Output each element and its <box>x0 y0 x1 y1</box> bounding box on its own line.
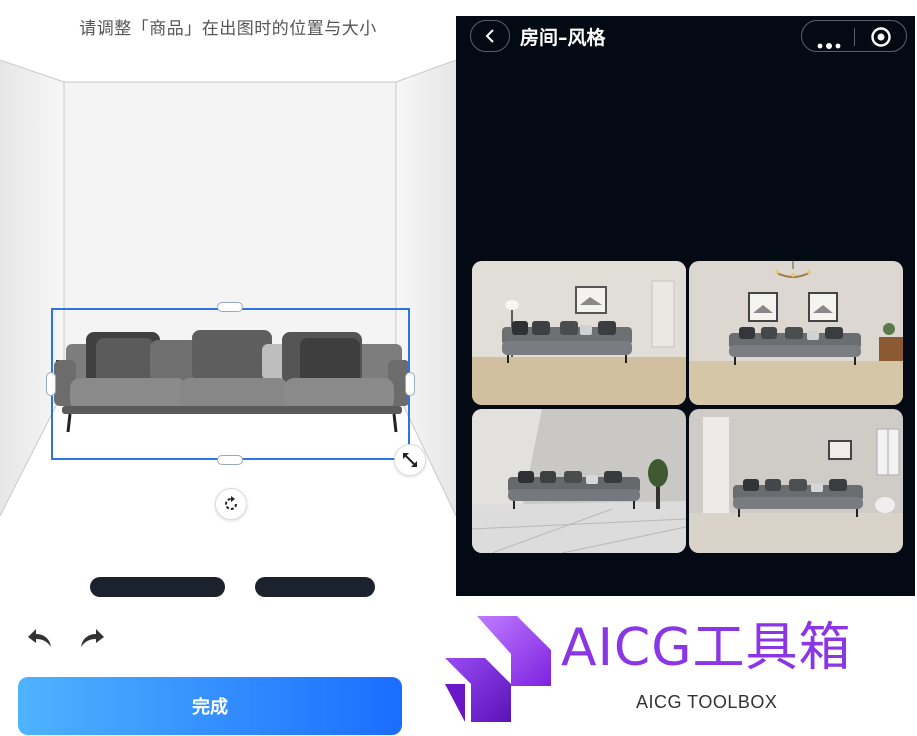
mobile-style-screen: 房间–风格 <box>456 16 915 596</box>
page-title: 房间–风格 <box>520 27 606 49</box>
logo-subtitle: AICG TOOLBOX <box>636 692 778 712</box>
result-image-2[interactable] <box>689 261 903 405</box>
chevron-left-icon <box>485 29 494 43</box>
resize-handle-bottom[interactable] <box>217 455 243 465</box>
logo-title: AICG工具箱 <box>561 618 852 678</box>
more-dots-icon[interactable] <box>816 34 842 49</box>
resize-handle-left[interactable] <box>46 372 56 396</box>
capsule-divider <box>854 28 855 46</box>
selection-frame[interactable] <box>51 308 410 460</box>
nav-bar: 房间–风格 <box>456 16 915 56</box>
scale-button[interactable] <box>394 444 426 476</box>
redo-button[interactable] <box>78 626 106 650</box>
back-button[interactable] <box>470 20 510 52</box>
undo-button[interactable] <box>26 626 54 650</box>
bottom-action-pill[interactable] <box>90 577 225 597</box>
placement-hint: 请调整「商品」在出图时的位置与大小 <box>79 19 377 39</box>
undo-arrow-icon <box>28 629 51 647</box>
rotate-button[interactable] <box>215 488 247 520</box>
resize-handle-top[interactable] <box>217 302 243 312</box>
aicg-logo-icon <box>441 614 553 726</box>
resize-handle-right[interactable] <box>405 372 415 396</box>
result-image-4[interactable] <box>689 409 903 553</box>
rotate-icon <box>225 496 237 510</box>
resize-diagonal-icon <box>403 453 417 467</box>
result-image-1[interactable] <box>472 261 686 405</box>
product-placement-editor: 请调整「商品」在出图时的位置与大小 完成 <box>0 0 456 736</box>
result-image-grid <box>472 261 903 555</box>
mini-program-capsule <box>801 20 907 52</box>
done-button[interactable]: 完成 <box>18 677 402 735</box>
target-circle-icon[interactable] <box>870 26 892 48</box>
result-image-3[interactable] <box>472 409 686 553</box>
bottom-action-pill[interactable] <box>255 577 375 597</box>
redo-arrow-icon <box>81 629 104 647</box>
